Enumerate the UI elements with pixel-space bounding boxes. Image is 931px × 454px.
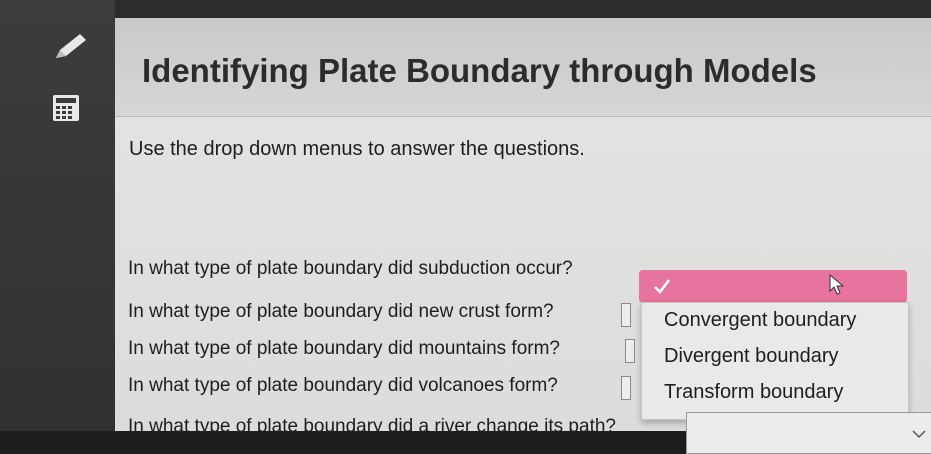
dropdown-volcanoes[interactable] <box>621 376 631 400</box>
tools-sidebar <box>0 0 115 431</box>
question-new-crust: In what type of plate boundary did new c… <box>128 301 554 322</box>
question-volcanoes: In what type of plate boundary did volca… <box>128 375 558 396</box>
dropdown-subduction[interactable] <box>639 270 907 303</box>
question-river: In what type of plate boundary did a riv… <box>128 416 616 437</box>
question-subduction: In what type of plate boundary did subdu… <box>128 258 573 279</box>
cursor-icon <box>829 274 845 295</box>
check-icon <box>654 279 670 294</box>
option-divergent-boundary[interactable]: Divergent boundary <box>664 345 839 368</box>
dropdown-options-list: Convergent boundary Divergent boundary T… <box>641 302 909 420</box>
header-band: Identifying Plate Boundary through Model… <box>115 18 931 117</box>
option-transform-boundary[interactable]: Transform boundary <box>664 381 843 404</box>
activity-panel: Identifying Plate Boundary through Model… <box>115 18 931 454</box>
dropdown-mountains[interactable] <box>625 339 635 363</box>
instructions-text: Use the drop down menus to answer the qu… <box>129 138 585 160</box>
page-title: Identifying Plate Boundary through Model… <box>142 52 817 89</box>
calculator-icon[interactable] <box>52 94 80 122</box>
dropdown-river[interactable] <box>686 412 931 454</box>
dropdown-new-crust[interactable] <box>621 303 631 327</box>
question-mountains: In what type of plate boundary did mount… <box>128 338 560 359</box>
top-bar <box>115 0 931 18</box>
option-convergent-boundary[interactable]: Convergent boundary <box>664 309 856 332</box>
pencil-icon[interactable] <box>52 32 88 62</box>
